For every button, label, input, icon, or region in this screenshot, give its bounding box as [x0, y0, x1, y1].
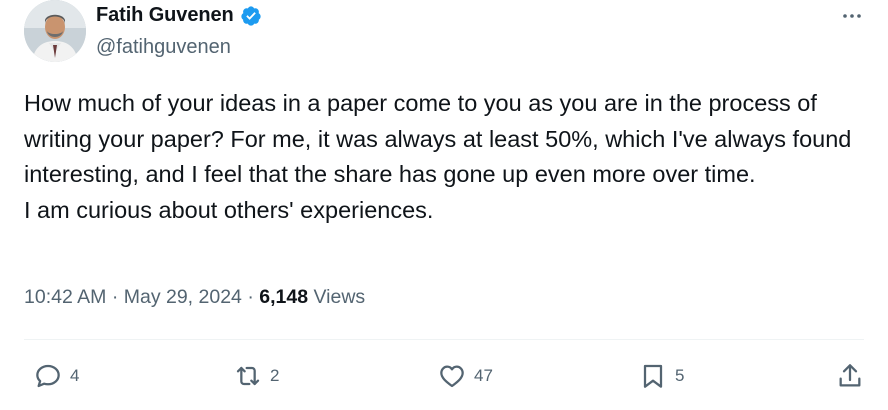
tweet-paragraph: How much of your ideas in a paper come t… [24, 90, 852, 187]
tweet-paragraph: I am curious about others' experiences. [24, 196, 434, 223]
avatar[interactable] [24, 0, 86, 62]
verified-badge-icon [240, 5, 262, 27]
reply-button[interactable]: 4 [32, 360, 79, 392]
retweet-button[interactable]: 2 [232, 360, 279, 392]
tweet-date[interactable]: May 29, 2024 [124, 286, 242, 308]
tweet: Fatih Guvenen @fatihguvenen How much of … [0, 0, 888, 410]
bookmark-icon [643, 364, 663, 388]
avatar-image [24, 0, 86, 62]
meta-separator: · [247, 286, 254, 308]
retweet-icon [236, 366, 260, 386]
tweet-meta: 10:42 AM · May 29, 2024 · 6,148 Views [24, 286, 365, 309]
bookmark-button[interactable]: 5 [637, 360, 684, 392]
author-handle[interactable]: @fatihguvenen [96, 36, 231, 59]
like-count: 47 [474, 366, 493, 385]
reply-icon [36, 364, 60, 388]
views-count: 6,148 [259, 286, 309, 308]
name-row: Fatih Guvenen [96, 4, 262, 27]
more-horizontal-icon [843, 14, 861, 18]
bookmark-count: 5 [675, 366, 685, 385]
share-button[interactable] [834, 360, 866, 392]
more-options-button[interactable] [838, 2, 866, 30]
like-button[interactable]: 47 [436, 360, 493, 392]
display-name[interactable]: Fatih Guvenen [96, 4, 234, 27]
tweet-time[interactable]: 10:42 AM [24, 286, 106, 308]
reply-count: 4 [70, 366, 80, 385]
retweet-count: 2 [270, 366, 280, 385]
share-icon [839, 364, 861, 387]
tweet-text: How much of your ideas in a paper come t… [24, 86, 874, 228]
views-label: Views [313, 286, 366, 308]
meta-separator: · [111, 286, 119, 308]
divider [24, 339, 864, 340]
heart-icon [440, 365, 464, 388]
